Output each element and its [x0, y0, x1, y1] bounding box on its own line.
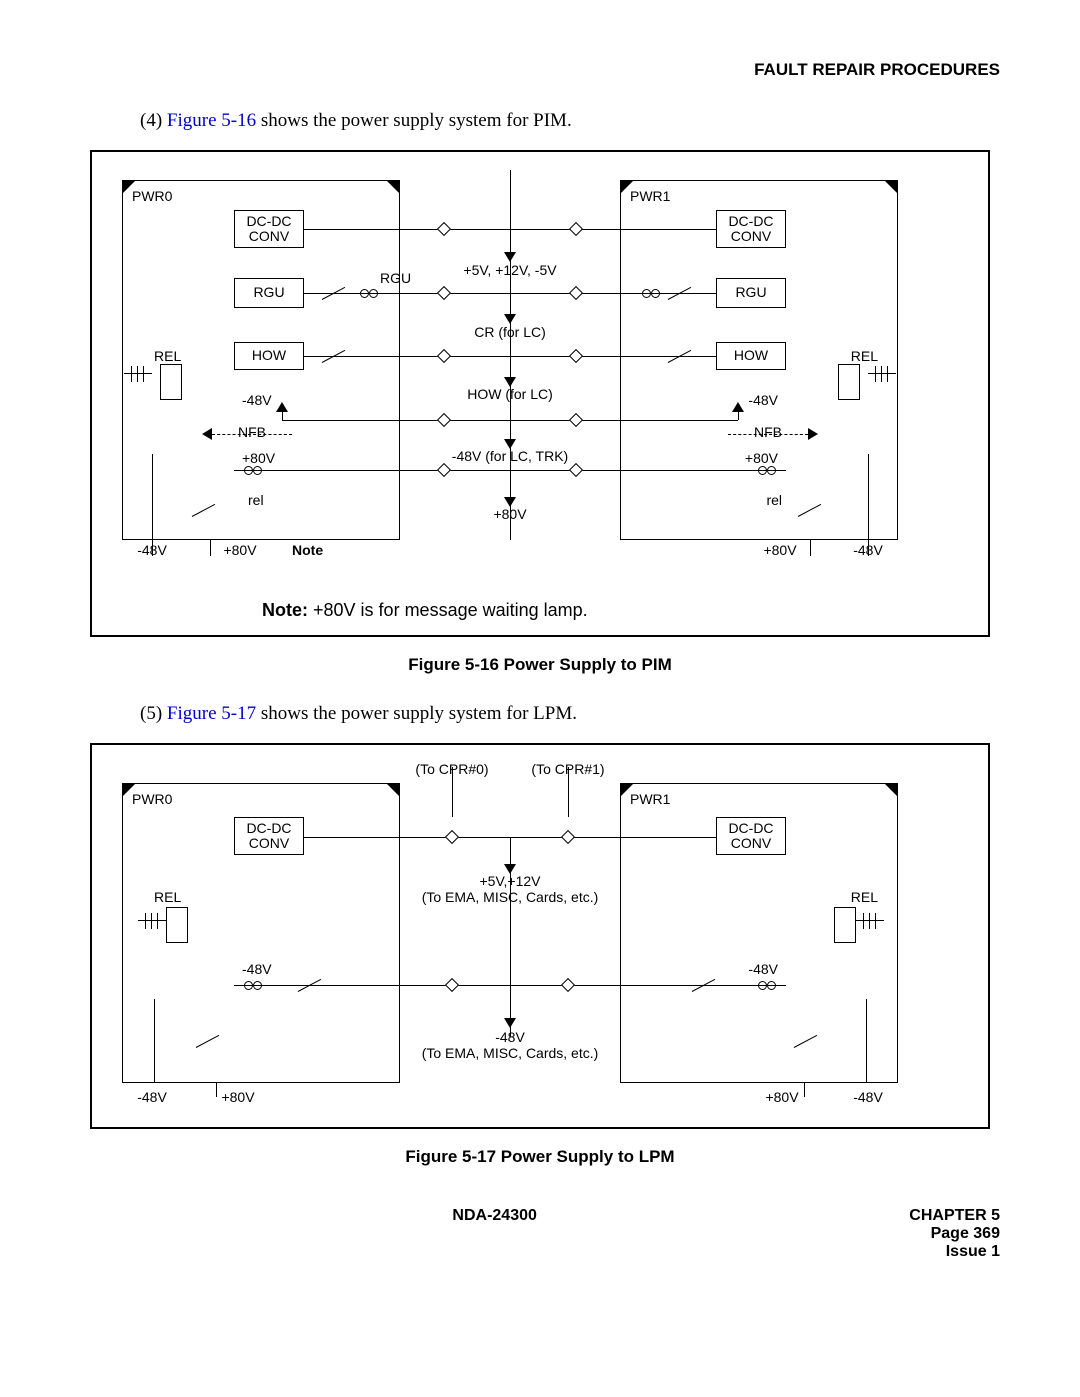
paragraph-4: (4) Figure 5-16 shows the power supply s…	[140, 110, 1000, 132]
pos80-stub-l2: +80V	[221, 1089, 254, 1105]
row-5v12v-2: +5V,+12V	[480, 873, 541, 889]
pos80-stub-r2: +80V	[765, 1089, 798, 1105]
neg48-right-2: -48V	[748, 961, 778, 977]
neg48-stub-r: -48V	[853, 542, 883, 558]
figure-5-16-caption: Figure 5-16 Power Supply to PIM	[80, 655, 1000, 675]
note-text: +80V is for message waiting lamp.	[313, 600, 588, 620]
rel-small-left: rel	[248, 492, 264, 508]
row-ema2: (To EMA, MISC, Cards, etc.)	[422, 1045, 599, 1061]
row-neg48: -48V (for LC, TRK)	[452, 448, 568, 464]
figure-5-16-link[interactable]: Figure 5-16	[167, 110, 256, 131]
figure-5-16-frame: PWR0 PWR1 DC-DC CONV DC-DC CONV +5V, +12…	[90, 150, 990, 637]
to-cpr1: (To CPR#1)	[531, 761, 604, 777]
rel-right-label: REL	[851, 348, 878, 364]
rgu-right: RGU	[716, 278, 786, 308]
pos80-stub-l: +80V	[223, 542, 256, 558]
dcdc-right-2: DC-DC CONV	[716, 817, 786, 855]
figure-5-17-diagram: (To CPR#0) (To CPR#1) PWR0 PWR1 DC-DC CO…	[122, 763, 958, 1113]
rel-left-2: REL	[154, 889, 181, 905]
nfb-left: NFB	[238, 424, 266, 440]
neg48-stub-l: -48V	[137, 542, 167, 558]
page-header: FAULT REPAIR PROCEDURES	[80, 60, 1000, 80]
figure-5-16-diagram: PWR0 PWR1 DC-DC CONV DC-DC CONV +5V, +12…	[122, 170, 958, 590]
para5-prefix: (5)	[140, 703, 167, 724]
chapter-label: CHAPTER 5	[909, 1207, 1000, 1225]
dcdc-left: DC-DC CONV	[234, 210, 304, 248]
figure-5-17-link[interactable]: Figure 5-17	[167, 703, 256, 724]
row-how: HOW (for LC)	[467, 386, 553, 402]
row-5v12v: +5V, +12V, -5V	[463, 262, 556, 278]
dcdc-right: DC-DC CONV	[716, 210, 786, 248]
figure-5-17-frame: (To CPR#0) (To CPR#1) PWR0 PWR1 DC-DC CO…	[90, 743, 990, 1129]
rel-left-label: REL	[154, 348, 181, 364]
pos80-stub-r: +80V	[763, 542, 796, 558]
doc-number: NDA-24300	[452, 1207, 536, 1261]
how-left: HOW	[234, 342, 304, 370]
neg48-left-2: -48V	[242, 961, 272, 977]
pwr1-label-2: PWR1	[630, 791, 670, 807]
neg48-right: -48V	[748, 392, 778, 408]
pwr1-label: PWR1	[630, 188, 670, 204]
row-pos80: +80V	[493, 506, 526, 522]
rel-small-right: rel	[766, 492, 782, 508]
row-ema1: (To EMA, MISC, Cards, etc.)	[422, 889, 599, 905]
to-cpr0: (To CPR#0)	[415, 761, 488, 777]
neg48-left: -48V	[242, 392, 272, 408]
nfb-right: NFB	[754, 424, 782, 440]
pwr0-label-2: PWR0	[132, 791, 172, 807]
note-word: Note	[292, 542, 323, 558]
dcdc-left-2: DC-DC CONV	[234, 817, 304, 855]
row-neg48-2: -48V	[495, 1029, 525, 1045]
rgu-left: RGU	[234, 278, 304, 308]
page-footer: NDA-24300 CHAPTER 5 Page 369 Issue 1	[80, 1207, 1000, 1261]
neg48-stub-l2: -48V	[137, 1089, 167, 1105]
neg48-stub-r2: -48V	[853, 1089, 883, 1105]
para4-prefix: (4)	[140, 110, 167, 131]
rgu-center-label: RGU	[380, 270, 411, 286]
row-cr: CR (for LC)	[474, 324, 546, 340]
issue-number: Issue 1	[909, 1243, 1000, 1261]
figure-5-16-note: Note: +80V is for message waiting lamp.	[262, 600, 958, 621]
paragraph-5: (5) Figure 5-17 shows the power supply s…	[140, 703, 1000, 725]
para4-rest: shows the power supply system for PIM.	[256, 110, 572, 131]
pwr0-label: PWR0	[132, 188, 172, 204]
how-right: HOW	[716, 342, 786, 370]
figure-5-17-caption: Figure 5-17 Power Supply to LPM	[80, 1147, 1000, 1167]
para5-rest: shows the power supply system for LPM.	[256, 703, 577, 724]
note-bold: Note:	[262, 600, 308, 620]
page-number: Page 369	[909, 1225, 1000, 1243]
rel-right-2: REL	[851, 889, 878, 905]
